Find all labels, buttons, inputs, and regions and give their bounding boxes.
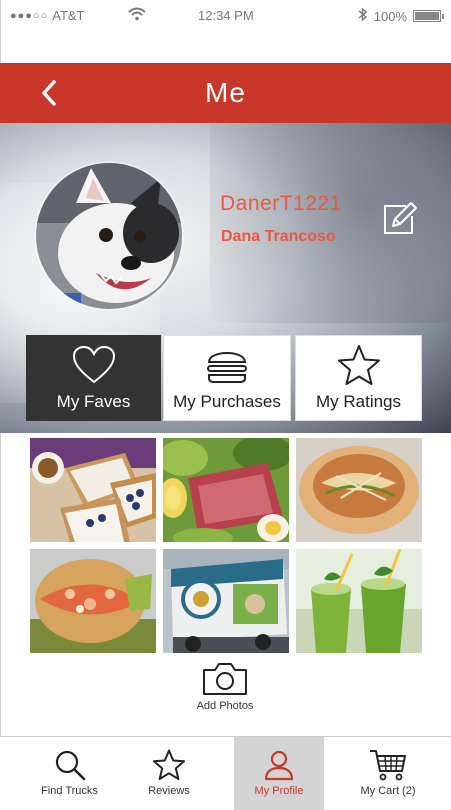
battery-percent: 100% <box>373 8 407 24</box>
photo-tile[interactable] <box>296 438 422 542</box>
profile-tabs: My Faves My Purchases My Ratings <box>0 335 451 421</box>
photo-flatbread <box>296 438 422 542</box>
full-name: Dana Trancoso <box>221 228 336 245</box>
nav-label: My Cart (2) <box>360 785 416 797</box>
status-time: 12:34 PM <box>198 8 254 23</box>
nav-my-profile[interactable]: My Profile <box>234 737 324 810</box>
wifi-icon <box>128 7 146 24</box>
page-title: Me <box>205 77 246 108</box>
edit-profile-button[interactable] <box>382 200 418 236</box>
avatar[interactable] <box>34 161 184 311</box>
carrier: ●●●○○ AT&T <box>10 8 85 23</box>
username: DanerT1221 <box>220 192 342 215</box>
photo-arepa <box>30 549 156 653</box>
photo-tuna-salad <box>163 438 289 542</box>
star-icon <box>153 749 185 780</box>
nav-reviews[interactable]: Reviews <box>124 737 214 810</box>
chevron-left-icon <box>42 80 56 106</box>
nav-label: Find Trucks <box>41 785 98 797</box>
nav-find-trucks[interactable]: Find Trucks <box>22 737 117 810</box>
nav-my-cart[interactable]: My Cart (2) <box>342 737 434 810</box>
add-photos-label: Add Photos <box>196 700 254 712</box>
heart-icon <box>72 342 116 388</box>
search-icon <box>55 750 85 781</box>
battery-icon <box>413 10 444 22</box>
edit-icon <box>384 202 417 234</box>
dog-photo <box>36 163 182 309</box>
cart-icon <box>370 750 406 781</box>
burger-icon <box>205 342 249 388</box>
photo-tile[interactable] <box>163 549 289 653</box>
app-header: Me <box>0 63 451 123</box>
tab-my-purchases[interactable]: My Purchases <box>163 335 291 421</box>
photo-green-smoothies <box>296 549 422 653</box>
tab-my-ratings[interactable]: My Ratings <box>295 335 422 421</box>
photo-tile[interactable] <box>163 438 289 542</box>
tab-label: My Ratings <box>315 392 402 411</box>
user-icon <box>264 750 294 781</box>
photo-tile[interactable] <box>30 549 156 653</box>
nav-label: Reviews <box>148 785 190 797</box>
back-button[interactable] <box>36 77 64 109</box>
camera-icon <box>203 663 247 695</box>
status-right: 100% <box>358 7 444 25</box>
tab-my-faves[interactable]: My Faves <box>26 335 161 421</box>
carrier-name: AT&T <box>52 8 85 23</box>
bluetooth-icon <box>358 7 368 25</box>
signal-icon: ●●●○○ <box>10 9 49 22</box>
add-photos-button[interactable]: Add Photos <box>180 662 270 712</box>
photo-tile[interactable] <box>296 549 422 653</box>
status-bar: ●●●○○ AT&T 12:34 PM 100% <box>0 0 451 32</box>
bottom-nav: Find Trucks Reviews My Profile My Cart (… <box>0 736 451 810</box>
photo-toast <box>30 438 156 542</box>
photo-food-truck <box>163 549 289 653</box>
tab-label: My Purchases <box>173 392 281 411</box>
star-icon <box>337 342 381 388</box>
photo-tile[interactable] <box>30 438 156 542</box>
nav-label: My Profile <box>254 785 304 797</box>
battery-fill <box>415 12 439 20</box>
tab-label: My Faves <box>56 392 131 411</box>
